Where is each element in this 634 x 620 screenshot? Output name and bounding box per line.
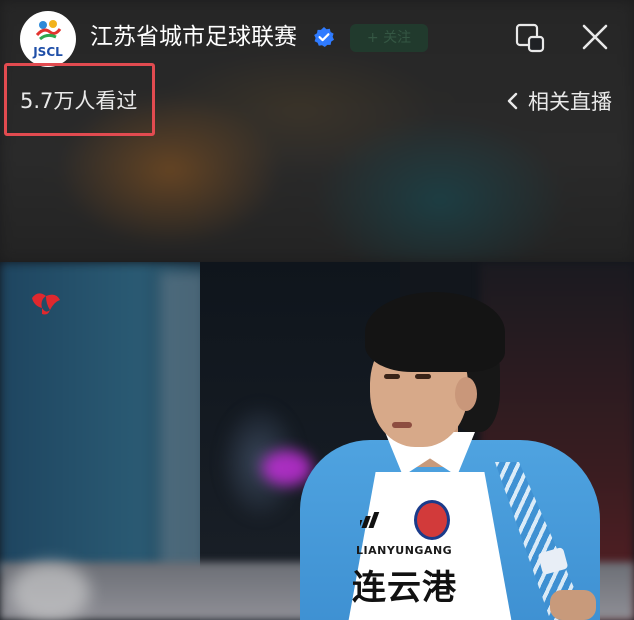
verified-check-icon [314, 27, 334, 47]
video-blurred-ball [10, 562, 90, 620]
live-room-screen: JSCL 江苏省城市足球联赛 + 关注 5.7万人看过 相关直播 LIANYUN… [0, 0, 634, 620]
player-hand [550, 590, 596, 620]
channel-name[interactable]: 江苏省城市足球联赛 [90, 22, 297, 52]
screen-mirror-icon[interactable] [514, 22, 546, 54]
related-live-button[interactable]: 相关直播 [506, 86, 612, 116]
close-icon[interactable] [580, 22, 610, 52]
video-player-figure: LIANYUNGANG 连云港 [300, 292, 620, 620]
jscl-logo-icon [35, 20, 62, 41]
viewer-count-highlight [4, 63, 155, 136]
follow-button[interactable]: + 关注 [350, 24, 428, 52]
channel-avatar[interactable]: JSCL [20, 11, 76, 67]
player-mouth [392, 422, 412, 428]
jersey-sponsor-zh: 连云港 [352, 568, 457, 608]
player-eye-right [415, 374, 431, 379]
video-player[interactable]: LIANYUNGANG 连云港 [0, 262, 634, 620]
adidas-logo-icon [360, 512, 380, 528]
avatar-logo-text: JSCL [33, 45, 63, 59]
player-eye-left [384, 374, 400, 379]
player-hair [365, 292, 505, 372]
player-ear [455, 377, 477, 411]
club-crest-icon [414, 500, 450, 540]
broadcaster-logo-icon [32, 293, 60, 315]
related-live-label: 相关直播 [528, 90, 612, 114]
chevron-left-icon [507, 92, 518, 110]
jersey-sponsor-en: LIANYUNGANG [356, 544, 453, 557]
